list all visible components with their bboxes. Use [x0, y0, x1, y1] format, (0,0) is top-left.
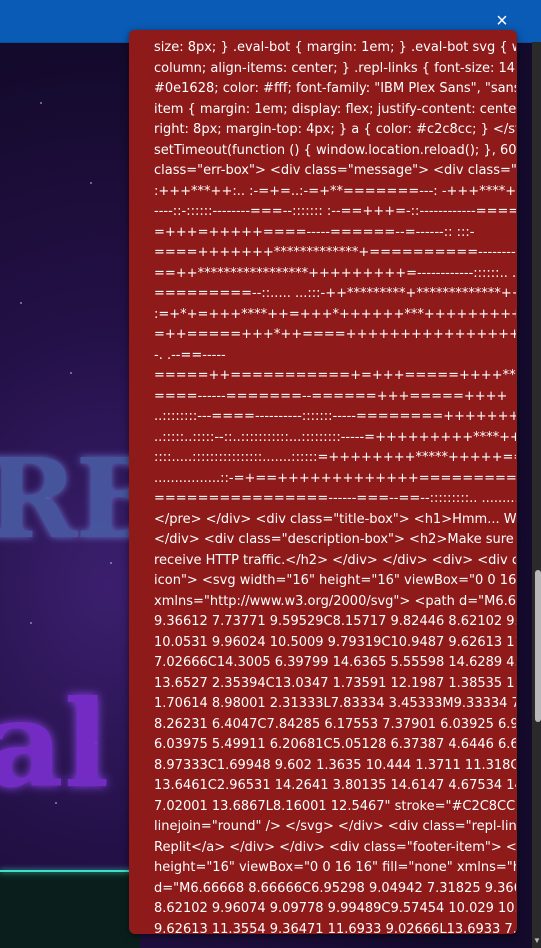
source-line: -. .--==-----	[154, 347, 226, 363]
source-line: linejoin="round" /> </svg> </div> <div c…	[154, 819, 516, 834]
source-line: :+++***++:.. :-=+=..:-=+**=======---: -+…	[154, 183, 516, 199]
source-line: =========--::..... ...:::-++*********+**…	[154, 286, 516, 301]
source-line: Replit</a> </div> </div> <div class="foo…	[154, 839, 516, 855]
background-glow-line	[0, 870, 140, 872]
source-line: ====+++++++*************+==========-----…	[154, 245, 516, 260]
source-line: 13.6527 2.35394C13.0347 1.73591 12.1987 …	[154, 675, 516, 691]
source-line: d="M6.66668 8.66666C6.95298 9.04942 7.31…	[154, 880, 516, 896]
source-line: size: 8px; } .eval-bot { margin: 1em; } …	[154, 40, 516, 55]
background-dark-band	[0, 872, 140, 948]
source-line: 9.62613 11.3554 9.36471 11.6933 9.02666L…	[154, 921, 516, 935]
source-line: item { margin: 1em; display: flex; justi…	[154, 101, 516, 117]
source-line: ..::::::::---====----------:::::::-----=…	[154, 409, 516, 424]
source-line: 9.36612 7.73771 9.59529C8.15717 9.82446 …	[154, 614, 516, 629]
source-line: setTimeout(function () { window.location…	[154, 142, 516, 158]
source-line: receive HTTP traffic.</h2> </div> </div>…	[154, 552, 516, 568]
close-icon: ×	[496, 10, 508, 32]
source-line: ................::-=+==+++++++++++++====…	[154, 470, 516, 486]
source-line: </div> <div class="description-box"> <h2…	[154, 532, 516, 547]
star	[70, 372, 72, 374]
source-line: xmlns="http://www.w3.org/2000/svg"> <pat…	[154, 593, 516, 609]
html-source-text: size: 8px; } .eval-bot { margin: 1em; } …	[154, 38, 516, 934]
source-line: 6.03975 5.49911 6.20681C5.05128 6.37387 …	[154, 737, 516, 752]
scrollbar-thumb[interactable]	[535, 570, 541, 722]
background-logo-subtext: al	[0, 674, 110, 815]
star	[20, 302, 22, 304]
source-line: 8.62102 9.96074 9.09778 9.99489C9.57454 …	[154, 901, 516, 916]
source-line: #0e1628; color: #fff; font-family: "IBM …	[154, 81, 516, 96]
source-line: 7.02666C14.3005 6.39799 14.6365 5.55598 …	[154, 655, 516, 670]
source-line: height="16" viewBox="0 0 16 16" fill="no…	[154, 860, 516, 875]
star	[40, 102, 42, 104]
source-line: </pre> </div> <div class="title-box"> <h…	[154, 511, 516, 527]
source-line: column; align-items: center; } .repl-lin…	[154, 60, 516, 76]
source-line: :=+*+=+++****++=+++*++++++***+++++++++**…	[154, 306, 516, 322]
source-line: 8.97333C1.69948 9.602 1.3635 10.444 1.37…	[154, 757, 516, 773]
source-line: icon"> <svg width="16" height="16" viewB…	[154, 573, 516, 588]
source-line: ----::-::::::--------===--::::::: :--==+…	[154, 204, 516, 219]
source-line: ==++*****************+++++++++=---------…	[154, 265, 516, 281]
source-line: 10.0531 9.96024 10.5009 9.79319C10.9487 …	[154, 634, 516, 650]
source-line: ================------===--==--:::::::::…	[154, 491, 516, 506]
source-line: right: 8px; margin-top: 4px; } a { color…	[154, 122, 516, 137]
source-line: =====++===========+=+++=====++++******	[154, 368, 516, 383]
scroll-down-arrow-icon[interactable]: ▼	[533, 936, 541, 946]
source-line: =+++=+++++====-----======--=------:: :::…	[154, 224, 475, 240]
star	[30, 622, 32, 624]
source-line: class="err-box"> <div class="message"> <…	[154, 163, 516, 178]
source-line: ::::.....::::::::::::::::.......::::::=+…	[154, 450, 516, 465]
source-line: =++=====+++*++====++++++++++++++++++=+	[154, 327, 516, 342]
scrollbar-track[interactable]	[532, 42, 541, 948]
error-source-panel[interactable]: size: 8px; } .eval-bot { margin: 1em; } …	[129, 30, 517, 934]
source-line: 7.02001 13.6867L8.16001 12.5467" stroke=…	[154, 798, 516, 814]
source-line: 1.70614 8.98001 2.31333L7.83334 3.45333M…	[154, 696, 516, 711]
source-line: ..:::::..:::::--::..:::::::::::...::::::…	[154, 429, 516, 445]
source-line: 13.6461C2.96531 14.2641 3.80135 14.6147 …	[154, 778, 516, 793]
source-line: 8.26231 6.4047C7.84285 6.17553 7.37901 6…	[154, 716, 516, 732]
star	[90, 182, 92, 184]
source-line: ====------=======--======+++=====++++	[154, 388, 508, 404]
